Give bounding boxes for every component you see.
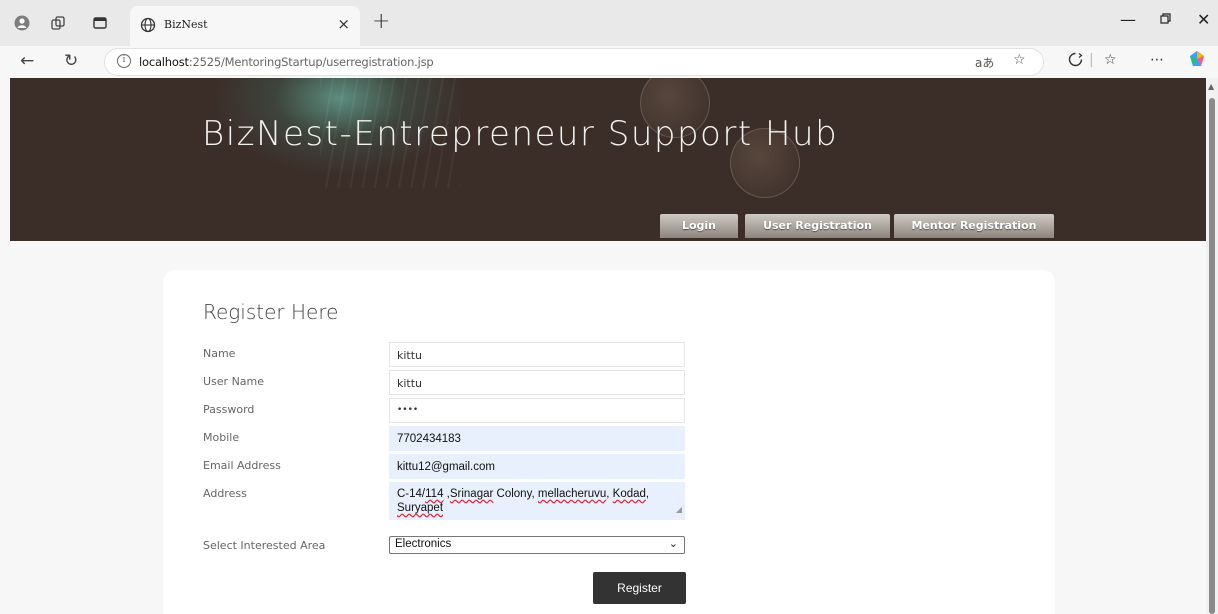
password-input[interactable]: •••• — [389, 398, 685, 423]
tab-biznest[interactable]: BizNest × — [130, 6, 360, 46]
more-options-icon[interactable]: ⋯ — [1150, 52, 1164, 68]
nav-mentor-registration[interactable]: Mentor Registration — [894, 214, 1054, 238]
refresh-icon[interactable]: ↻ — [64, 51, 78, 71]
site-banner: BizNest-Entrepreneur Support Hub Login U… — [10, 78, 1206, 241]
name-input[interactable]: kittu — [389, 342, 685, 367]
form-heading: Register Here — [203, 300, 339, 324]
name-label: Name — [203, 347, 236, 360]
back-icon[interactable]: ← — [20, 51, 34, 71]
registration-form: Register Here Name kittu User Name kittu… — [163, 270, 1055, 614]
browser-tab-strip: BizNest × + — ✕ — [0, 0, 1218, 46]
close-tab-icon[interactable]: × — [337, 15, 350, 33]
chevron-down-icon: ⌄ — [668, 538, 678, 550]
close-window-icon[interactable]: ✕ — [1197, 10, 1210, 29]
copilot-icon[interactable] — [1188, 50, 1206, 72]
mobile-input[interactable]: 7702434183 — [389, 426, 685, 451]
site-info-icon[interactable]: i — [117, 54, 131, 68]
profile-icon[interactable] — [12, 13, 32, 33]
address-label: Address — [203, 487, 247, 500]
password-label: Password — [203, 403, 255, 416]
new-tab-button[interactable]: + — [372, 9, 390, 34]
globe-icon — [140, 17, 156, 33]
interested-area-select[interactable]: Electronics ⌄ — [389, 536, 685, 554]
tab-title: BizNest — [164, 18, 208, 31]
nav-login[interactable]: Login — [660, 214, 738, 238]
toolbar-divider: | — [1089, 52, 1094, 68]
scrollbar-thumb[interactable] — [1209, 98, 1215, 614]
address-textarea[interactable]: C-14/114 ,Srinagar Colony, mellacheruvu,… — [389, 482, 685, 520]
scroll-up-icon[interactable]: ▲ — [1208, 82, 1214, 91]
page-scrollbar[interactable]: ▲ — [1206, 78, 1218, 614]
resize-handle-icon[interactable]: ◢ — [676, 503, 682, 517]
workspaces-icon[interactable] — [48, 13, 68, 33]
email-label: Email Address — [203, 459, 281, 472]
register-button[interactable]: Register — [593, 572, 686, 604]
tab-actions-icon[interactable] — [90, 13, 110, 33]
minimize-icon[interactable]: — — [1120, 10, 1136, 29]
page-viewport: BizNest-Entrepreneur Support Hub Login U… — [0, 78, 1206, 614]
interested-area-label: Select Interested Area — [203, 539, 326, 552]
interested-area-value: Electronics — [395, 538, 452, 550]
username-label: User Name — [203, 375, 265, 388]
nav-user-registration[interactable]: User Registration — [745, 214, 890, 238]
favorites-icon[interactable]: ☆ — [1104, 52, 1117, 68]
username-input[interactable]: kittu — [389, 370, 685, 395]
address-bar-row: ← ↻ i localhost:2525/MentoringStartup/us… — [0, 46, 1218, 78]
url-text[interactable]: localhost:2525/MentoringStartup/userregi… — [139, 55, 434, 69]
browser-essentials-icon[interactable] — [1068, 52, 1083, 71]
url-field[interactable]: i localhost:2525/MentoringStartup/userre… — [104, 48, 1044, 76]
mobile-label: Mobile — [203, 431, 240, 444]
favorite-star-icon[interactable]: ☆ — [1013, 52, 1026, 68]
restore-icon[interactable] — [1160, 10, 1172, 29]
read-aloud-icon[interactable]: aあ — [975, 54, 994, 71]
email-input[interactable]: kittu12@gmail.com — [389, 454, 685, 479]
site-title: BizNest-Entrepreneur Support Hub — [202, 114, 839, 154]
